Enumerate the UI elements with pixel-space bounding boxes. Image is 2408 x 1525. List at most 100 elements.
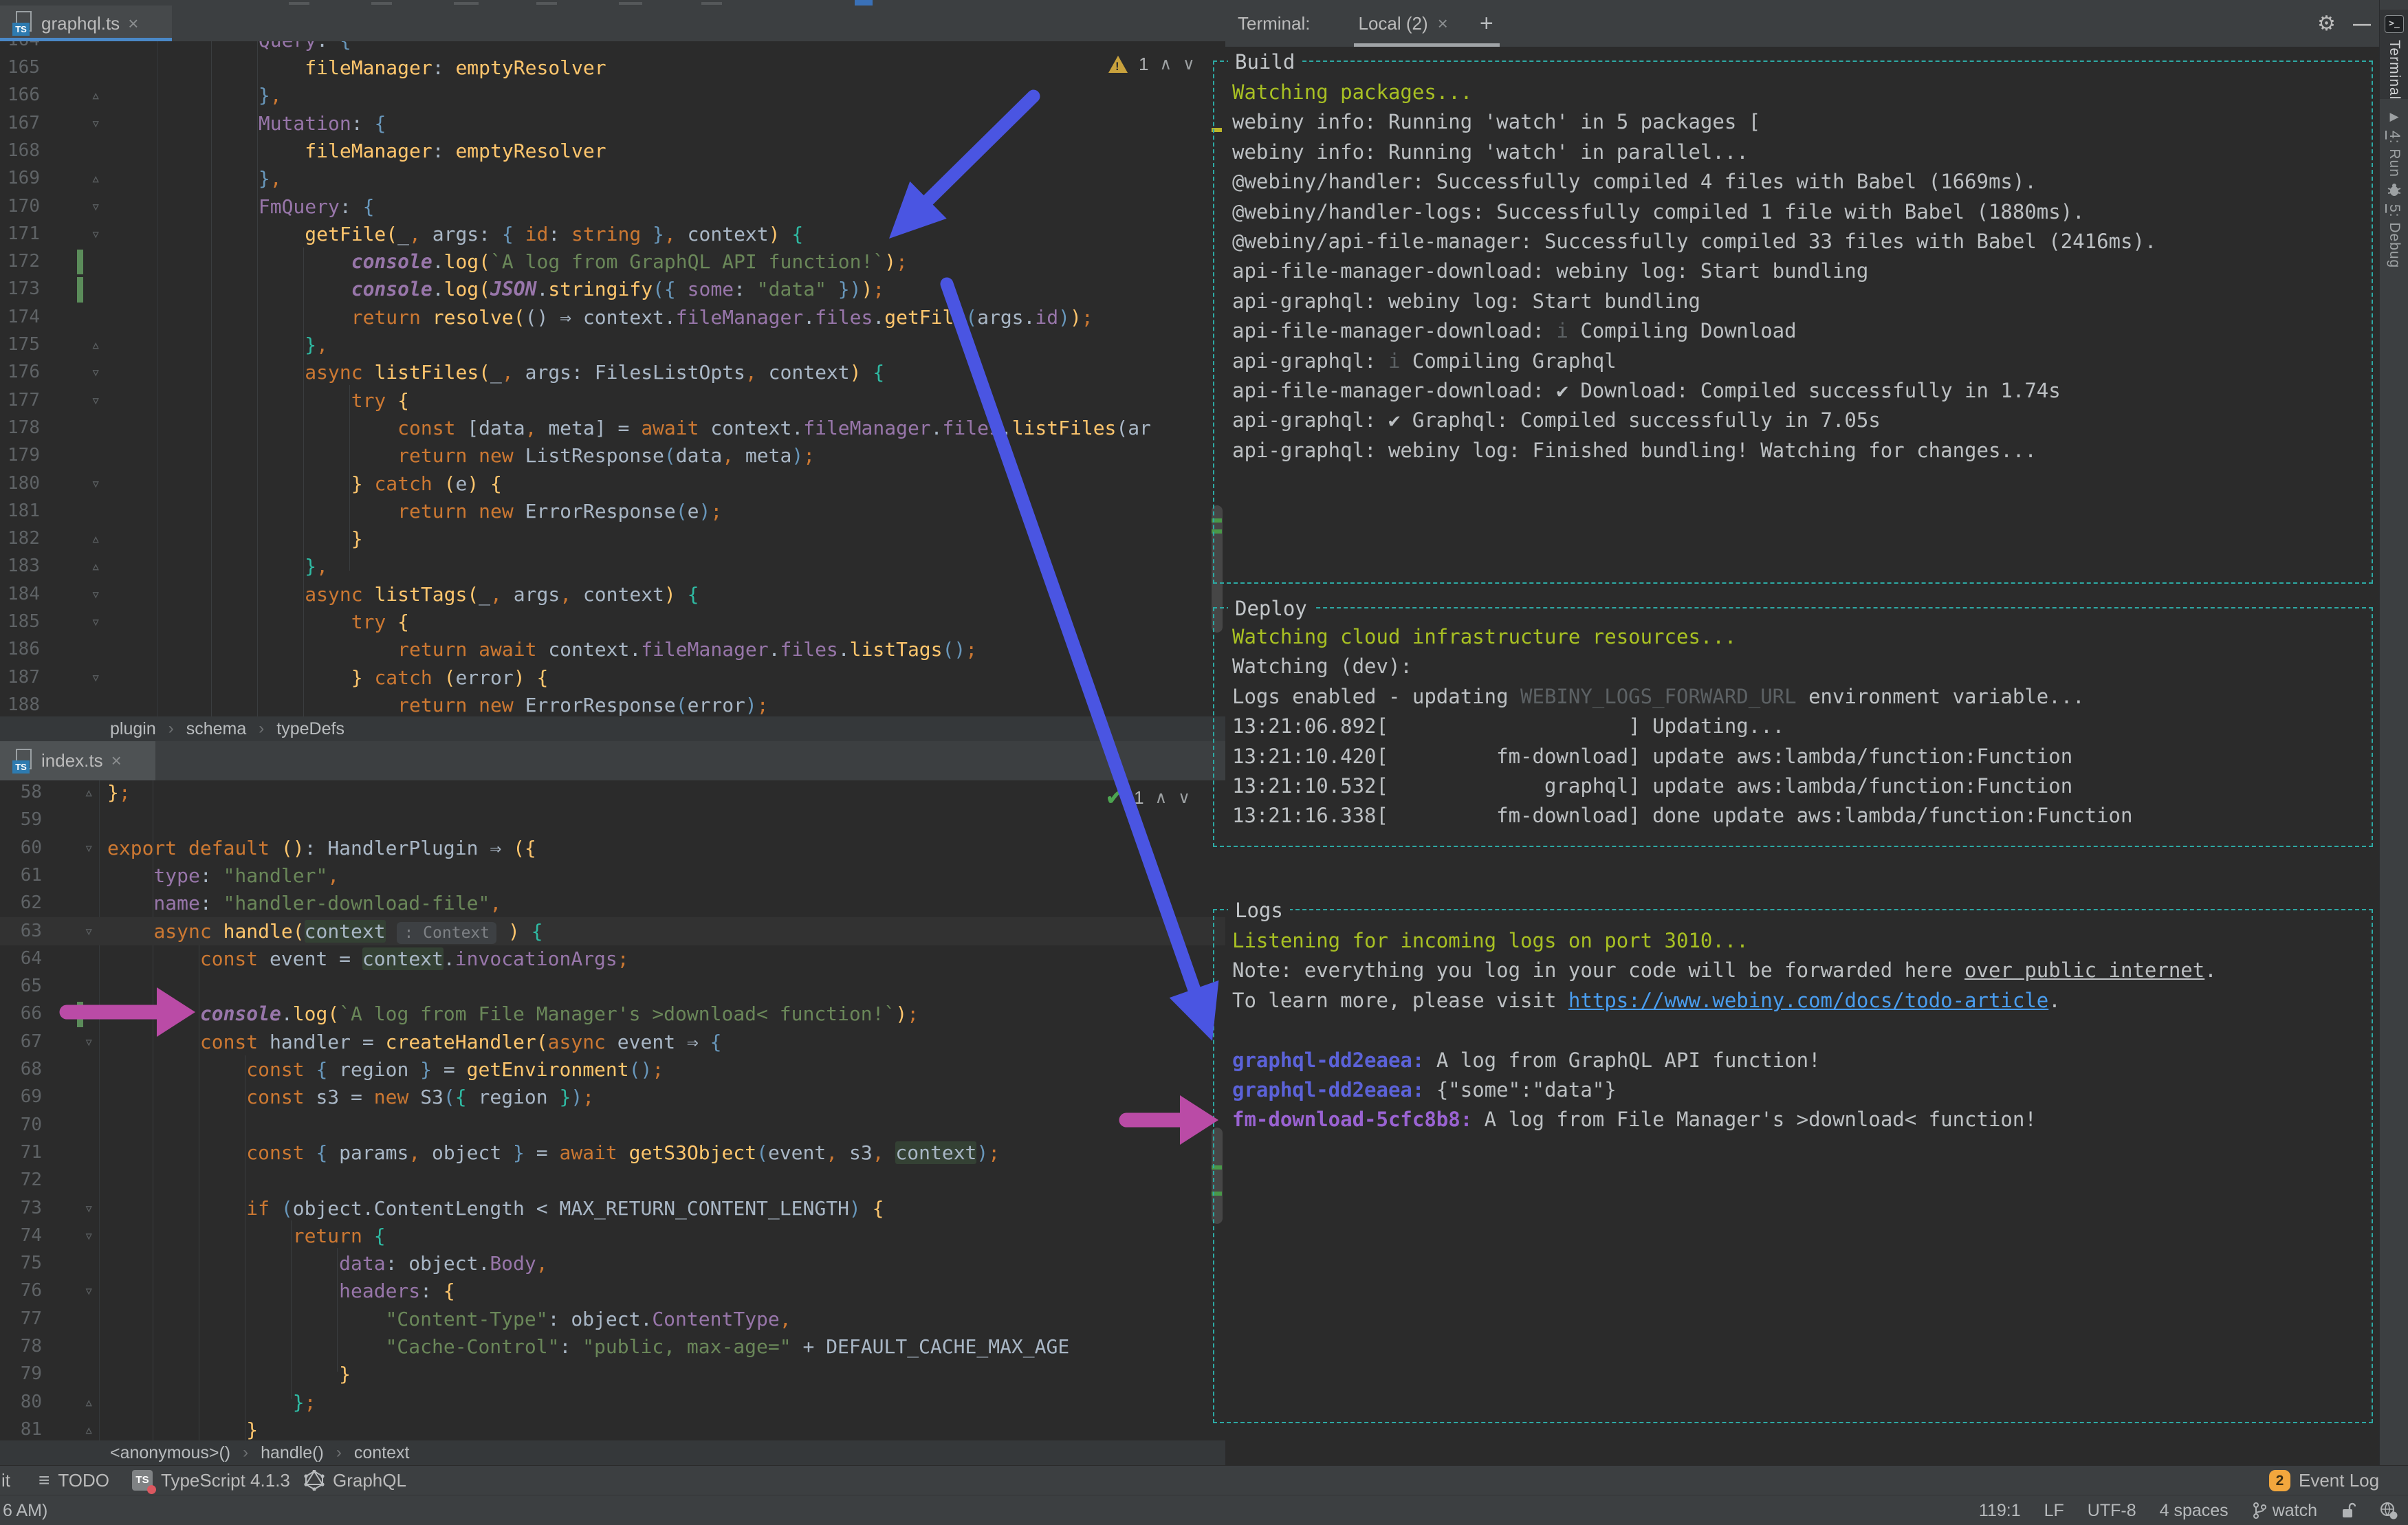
code-line[interactable]: 165 fileManager: emptyResolver: [0, 54, 1225, 82]
code-line[interactable]: 172 console.log(`A log from GraphQL API …: [0, 248, 1225, 276]
editor-index[interactable]: ✔ 1 ∧ ∨ 58 ▵}; 59 60 ▿ export default (): Han…: [0, 780, 1225, 1440]
close-icon[interactable]: ×: [1438, 13, 1448, 34]
code-line[interactable]: 74 ▿ return {: [0, 1222, 1225, 1250]
code-line[interactable]: 60 ▿ export default (): HandlerPlugin ⇒ ({: [0, 834, 1225, 862]
code-line[interactable]: 177 ▿ try {: [0, 386, 1225, 415]
code-line[interactable]: 166 ▵ },: [0, 81, 1225, 109]
git-branch-widget[interactable]: watch: [2252, 1501, 2317, 1521]
code-line[interactable]: 66 console.log(`A log from File Manager'…: [0, 1000, 1225, 1028]
unlock-icon[interactable]: [2341, 1502, 2356, 1519]
code-line[interactable]: 181 return new ErrorResponse(e);: [0, 497, 1225, 525]
fold-toggle-icon[interactable]: ▿: [91, 608, 100, 636]
code-line[interactable]: 77 "Content-Type": object.ContentType,: [0, 1305, 1225, 1333]
fold-toggle-icon[interactable]: ▿: [91, 386, 100, 415]
code-line[interactable]: 175 ▵ },: [0, 331, 1225, 359]
code-line[interactable]: 180 ▿ } catch (e) {: [0, 470, 1225, 498]
breadcrumb-graphql-item[interactable]: plugin: [110, 719, 156, 739]
toolstrip-debug-button[interactable]: 5: Debug: [2380, 182, 2408, 268]
line-ending[interactable]: LF: [2044, 1501, 2064, 1521]
code-line[interactable]: 164 Query: {: [0, 41, 1225, 54]
fold-toggle-icon[interactable]: ▿: [91, 663, 100, 692]
code-line[interactable]: 64 const event = context.invocationArgs;: [0, 945, 1225, 973]
code-line[interactable]: 73 ▿ if (object.ContentLength < MAX_RETUR…: [0, 1194, 1225, 1222]
fold-toggle-icon[interactable]: ▵: [91, 81, 100, 109]
fold-toggle-icon[interactable]: ▿: [91, 580, 100, 608]
gear-icon[interactable]: ⚙: [2317, 12, 2336, 36]
docs-link[interactable]: https://www.webiny.com/docs/todo-article: [1568, 989, 2048, 1012]
code-line[interactable]: 65: [0, 972, 1225, 1000]
event-log-button[interactable]: 2 Event Log: [2269, 1466, 2379, 1495]
fold-toggle-icon[interactable]: ▵: [84, 780, 94, 807]
code-line[interactable]: 169 ▵ },: [0, 164, 1225, 193]
code-line[interactable]: 184 ▿ async listTags(_, args, context) {: [0, 580, 1225, 608]
code-line[interactable]: 176 ▿ async listFiles(_, args: FilesListO…: [0, 358, 1225, 386]
fold-toggle-icon[interactable]: ▿: [84, 1222, 94, 1250]
code-line[interactable]: 185 ▿ try {: [0, 608, 1225, 636]
close-icon[interactable]: ×: [128, 13, 138, 34]
code-line[interactable]: 174 return resolve(() ⇒ context.fileMana…: [0, 303, 1225, 331]
fold-toggle-icon[interactable]: ▵: [91, 331, 100, 359]
code-line[interactable]: 78 "Cache-Control": "public, max-age=" +…: [0, 1332, 1225, 1361]
typescript-toolbar-button[interactable]: TS TypeScript 4.1.3: [132, 1466, 290, 1495]
code-line[interactable]: 182 ▵ }: [0, 525, 1225, 553]
code-line[interactable]: 75 data: object.Body,: [0, 1249, 1225, 1277]
breadcrumb-index-item[interactable]: handle(): [261, 1443, 324, 1463]
fold-toggle-icon[interactable]: ▿: [91, 109, 100, 138]
fold-toggle-icon[interactable]: ▿: [84, 1277, 94, 1305]
code-line[interactable]: 81 ▵ }: [0, 1416, 1225, 1440]
fold-toggle-icon[interactable]: ▵: [91, 525, 100, 553]
code-line[interactable]: 71 const { params, object } = await getS…: [0, 1139, 1225, 1167]
code-line[interactable]: 62 name: "handler-download-file",: [0, 889, 1225, 917]
fold-toggle-icon[interactable]: ▿: [84, 917, 94, 945]
minimize-icon[interactable]: —: [2353, 13, 2371, 34]
code-line[interactable]: 69 const s3 = new S3({ region });: [0, 1083, 1225, 1111]
code-line[interactable]: 67 ▿ const handler = createHandler(async …: [0, 1028, 1225, 1056]
code-line[interactable]: 183 ▵ },: [0, 552, 1225, 580]
fold-toggle-icon[interactable]: ▿: [91, 220, 100, 248]
fold-toggle-icon[interactable]: ▿: [84, 834, 94, 862]
code-line[interactable]: 79 }: [0, 1360, 1225, 1388]
toolstrip-run-button[interactable]: ▶ 4: Run: [2380, 110, 2408, 177]
code-line[interactable]: 168 fileManager: emptyResolver: [0, 137, 1225, 165]
todo-toolbar-button[interactable]: ≡ TODO: [39, 1466, 109, 1495]
code-line[interactable]: 179 return new ListResponse(data, meta);: [0, 441, 1225, 470]
code-line[interactable]: 63 ▿ async handle(context : Context ) {: [0, 917, 1225, 945]
highlighting-level-icon[interactable]: [2379, 1501, 2398, 1520]
code-line[interactable]: 188 return new ErrorResponse(error);: [0, 691, 1225, 716]
fold-toggle-icon[interactable]: ▵: [84, 1416, 94, 1440]
breadcrumb-graphql-item[interactable]: typeDefs: [276, 719, 344, 739]
close-icon[interactable]: ×: [111, 750, 122, 771]
code-line[interactable]: 171 ▿ getFile(_, args: { id: string }, co…: [0, 220, 1225, 248]
fold-toggle-icon[interactable]: ▿: [91, 193, 100, 221]
code-line[interactable]: 76 ▿ headers: {: [0, 1277, 1225, 1305]
toolstrip-terminal-button[interactable]: >_ Terminal: [2380, 10, 2408, 100]
code-line[interactable]: 187 ▿ } catch (error) {: [0, 663, 1225, 692]
code-line[interactable]: 72: [0, 1166, 1225, 1194]
code-line[interactable]: 70: [0, 1111, 1225, 1139]
fold-toggle-icon[interactable]: ▿: [84, 1028, 94, 1056]
breadcrumb-index-item[interactable]: context: [354, 1443, 410, 1463]
code-line[interactable]: 170 ▿ FmQuery: {: [0, 193, 1225, 221]
code-line[interactable]: 173 console.log(JSON.stringify({ some: "…: [0, 275, 1225, 303]
code-line[interactable]: 186 return await context.fileManager.fil…: [0, 635, 1225, 663]
tab-index-ts[interactable]: TS index.ts ×: [0, 741, 155, 780]
terminal-tab-local[interactable]: Local (2) ×: [1354, 0, 1500, 47]
code-line[interactable]: 61 type: "handler",: [0, 862, 1225, 890]
add-terminal-button[interactable]: +: [1480, 10, 1493, 37]
fold-toggle-icon[interactable]: ▿: [91, 358, 100, 386]
fold-toggle-icon[interactable]: ▿: [91, 470, 100, 498]
fold-toggle-icon[interactable]: ▿: [84, 1194, 94, 1222]
breadcrumb-graphql-item[interactable]: schema: [186, 719, 247, 739]
breadcrumb-index-item[interactable]: <anonymous>(): [110, 1443, 230, 1463]
code-line[interactable]: 59: [0, 806, 1225, 834]
git-toolbar-button-clipped[interactable]: it: [1, 1466, 10, 1495]
fold-toggle-icon[interactable]: ▵: [84, 1388, 94, 1416]
editor-graphql[interactable]: ! 1 ∧ ∨ 164 Query: {165 fileManager: emp…: [0, 41, 1225, 716]
code-line[interactable]: 80 ▵ };: [0, 1388, 1225, 1416]
graphql-toolbar-button[interactable]: GraphQL: [304, 1466, 406, 1495]
indent-setting[interactable]: 4 spaces: [2160, 1501, 2229, 1521]
code-line[interactable]: 167 ▿ Mutation: {: [0, 109, 1225, 138]
tab-graphql-ts[interactable]: TS graphql.ts ×: [0, 6, 172, 41]
encoding[interactable]: UTF-8: [2088, 1501, 2136, 1521]
code-line[interactable]: 58 ▵};: [0, 780, 1225, 807]
